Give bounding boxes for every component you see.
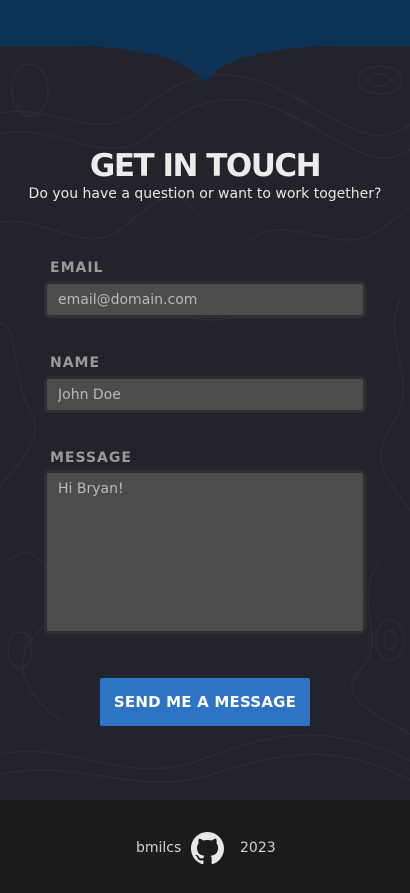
name-field[interactable] xyxy=(44,376,366,413)
page-subtitle: Do you have a question or want to work t… xyxy=(28,186,382,202)
footer: bmilcs 2023 xyxy=(0,800,410,893)
github-icon[interactable] xyxy=(191,832,224,865)
page-title: GET IN TOUCH xyxy=(89,148,322,184)
contact-page: GET IN TOUCH Do you have a question or w… xyxy=(0,0,410,893)
message-label: MESSAGE xyxy=(50,450,132,466)
email-field[interactable] xyxy=(44,281,366,318)
header-band xyxy=(0,0,410,46)
section-divider-notch xyxy=(0,44,410,82)
footer-username: bmilcs xyxy=(136,840,182,856)
email-label: EMAIL xyxy=(50,260,104,276)
send-message-button[interactable]: SEND ME A MESSAGE xyxy=(100,678,310,726)
footer-year: 2023 xyxy=(240,840,276,856)
message-field[interactable] xyxy=(44,470,366,634)
name-label: NAME xyxy=(50,355,101,371)
